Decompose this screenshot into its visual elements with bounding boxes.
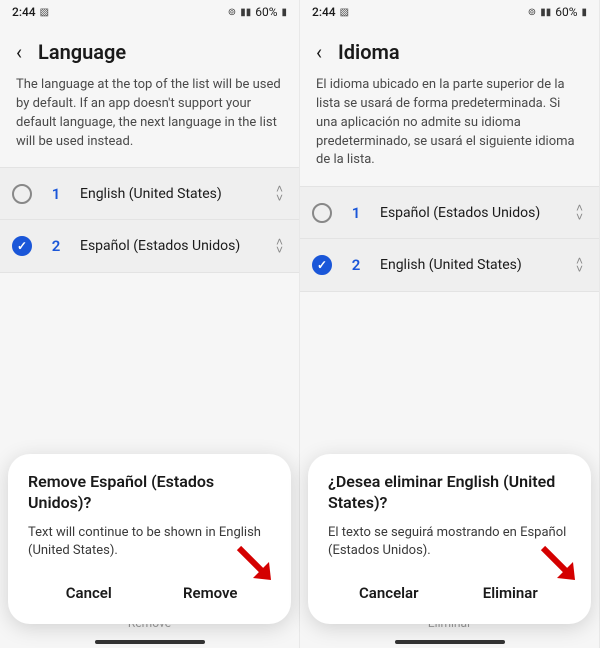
language-list: 1 English (United States) ˄˅ 2 Español (… bbox=[0, 167, 299, 273]
nav-indicator[interactable] bbox=[95, 640, 205, 644]
sort-handle-icon[interactable]: ˄˅ bbox=[272, 185, 287, 202]
dialog-title: ¿Desea eliminar English (United States)? bbox=[328, 472, 571, 514]
status-bar: 2:44 ▧ ⊚ ▮▮ 60% ▮ bbox=[300, 0, 599, 24]
status-time: 2:44 bbox=[312, 5, 336, 19]
remove-button[interactable]: Eliminar bbox=[450, 574, 572, 612]
radio-unchecked[interactable] bbox=[312, 203, 332, 223]
page-title: Idioma bbox=[338, 40, 400, 64]
remove-dialog: Remove Español (Estados Unidos)? Text wi… bbox=[8, 454, 291, 624]
battery-percent: 60% bbox=[255, 5, 277, 19]
status-bar: 2:44 ▧ ⊚ ▮▮ 60% ▮ bbox=[0, 0, 299, 24]
page-description: El idioma ubicado en la parte superior d… bbox=[300, 72, 599, 186]
screen-right: 2:44 ▧ ⊚ ▮▮ 60% ▮ ‹ Idioma El idioma ubi… bbox=[300, 0, 600, 648]
page-description: The language at the top of the list will… bbox=[0, 72, 299, 167]
language-item[interactable]: 1 English (United States) ˄˅ bbox=[0, 168, 299, 220]
radio-checked[interactable] bbox=[12, 236, 32, 256]
header: ‹ Idioma bbox=[300, 24, 599, 72]
cancel-button[interactable]: Cancel bbox=[28, 574, 150, 612]
radio-checked[interactable] bbox=[312, 255, 332, 275]
dialog-title: Remove Español (Estados Unidos)? bbox=[28, 472, 271, 514]
signal-icon: ▮▮ bbox=[240, 7, 251, 18]
sort-handle-icon[interactable]: ˄˅ bbox=[572, 257, 587, 274]
screenshot-icon: ▧ bbox=[40, 7, 49, 18]
battery-icon: ▮ bbox=[581, 7, 587, 18]
language-label: Español (Estados Unidos) bbox=[380, 204, 572, 222]
battery-icon: ▮ bbox=[281, 7, 287, 18]
wifi-icon: ⊚ bbox=[228, 7, 236, 18]
cancel-button[interactable]: Cancelar bbox=[328, 574, 450, 612]
header: ‹ Language bbox=[0, 24, 299, 72]
back-icon[interactable]: ‹ bbox=[316, 40, 326, 64]
battery-percent: 60% bbox=[555, 5, 577, 19]
signal-icon: ▮▮ bbox=[540, 7, 551, 18]
language-item[interactable]: 2 English (United States) ˄˅ bbox=[300, 239, 599, 291]
language-number: 2 bbox=[46, 237, 66, 255]
language-number: 2 bbox=[346, 256, 366, 274]
language-label: English (United States) bbox=[380, 256, 572, 274]
language-number: 1 bbox=[46, 185, 66, 203]
dialog-actions: Cancelar Eliminar bbox=[328, 574, 571, 612]
language-item[interactable]: 1 Español (Estados Unidos) ˄˅ bbox=[300, 187, 599, 239]
language-number: 1 bbox=[346, 204, 366, 222]
radio-unchecked[interactable] bbox=[12, 184, 32, 204]
remove-dialog: ¿Desea eliminar English (United States)?… bbox=[308, 454, 591, 624]
screenshot-icon: ▧ bbox=[340, 7, 349, 18]
sort-handle-icon[interactable]: ˄˅ bbox=[572, 204, 587, 221]
wifi-icon: ⊚ bbox=[528, 7, 536, 18]
language-label: English (United States) bbox=[80, 185, 272, 203]
dialog-actions: Cancel Remove bbox=[28, 574, 271, 612]
status-time: 2:44 bbox=[12, 5, 36, 19]
dialog-body: El texto se seguirá mostrando en Español… bbox=[328, 524, 571, 560]
screen-left: 2:44 ▧ ⊚ ▮▮ 60% ▮ ‹ Language The languag… bbox=[0, 0, 300, 648]
sort-handle-icon[interactable]: ˄˅ bbox=[272, 238, 287, 255]
page-title: Language bbox=[38, 40, 126, 64]
language-item[interactable]: 2 Español (Estados Unidos) ˄˅ bbox=[0, 220, 299, 272]
dialog-body: Text will continue to be shown in Englis… bbox=[28, 524, 271, 560]
back-icon[interactable]: ‹ bbox=[16, 40, 26, 64]
remove-button[interactable]: Remove bbox=[150, 574, 272, 612]
language-list: 1 Español (Estados Unidos) ˄˅ 2 English … bbox=[300, 186, 599, 292]
language-label: Español (Estados Unidos) bbox=[80, 237, 272, 255]
nav-indicator[interactable] bbox=[395, 640, 505, 644]
